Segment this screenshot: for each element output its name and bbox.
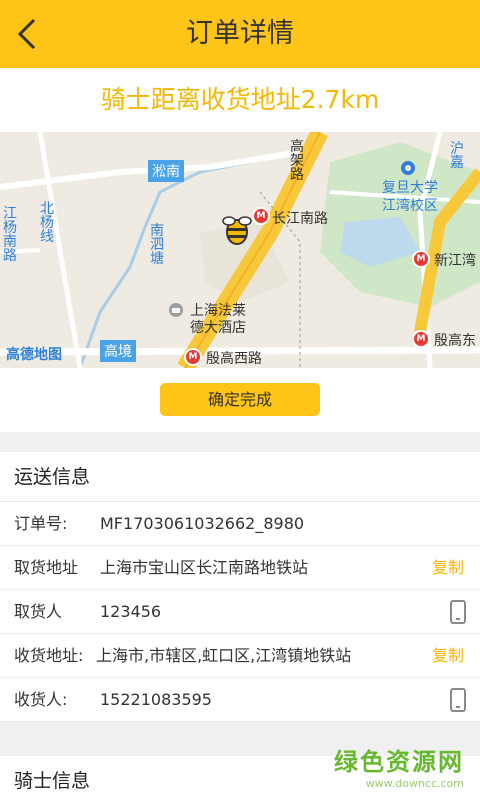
map-label-nansi: 南泗塘 — [150, 223, 164, 267]
phone-icon[interactable] — [450, 688, 466, 712]
confirm-area: 确定完成 — [0, 368, 480, 432]
map-logo: 高德地图 — [6, 347, 62, 363]
receive-address-label: 收货地址: — [14, 646, 84, 665]
watermark-main: 绿色资源网 — [334, 748, 464, 776]
map-label-fudan-2: 江湾校区 — [382, 198, 438, 214]
copy-pickup-address-button[interactable]: 复制 — [432, 546, 464, 590]
map-label-songnan: 淞南 — [148, 160, 184, 182]
top-app-bar: 订单详情 — [0, 0, 480, 68]
pickup-address-label: 取货地址 — [14, 558, 79, 577]
page-title: 订单详情 — [186, 18, 294, 49]
map-label-jiangyang: 江杨南路 — [3, 206, 17, 264]
watermark: 绿色资源网 www.downcc.com — [334, 742, 464, 790]
receiver-row: 收货人: 15221083595 — [0, 678, 480, 722]
map-label-gaojing: 高境 — [100, 340, 136, 362]
pickup-address-row: 取货地址 上海市宝山区长江南路地铁站 复制 — [0, 546, 480, 590]
receiver-label: 收货人: — [14, 690, 68, 709]
metro-station-icon — [412, 330, 430, 348]
metro-station-icon — [184, 348, 202, 366]
receive-address-value: 上海市,市辖区,虹口区,江湾镇地铁站 — [96, 646, 352, 665]
rider-bee-icon — [222, 216, 252, 245]
pickup-person-value: 123456 — [100, 602, 162, 621]
rider-distance-text: 骑士距离收货地址2.7km — [0, 68, 480, 132]
pickup-address-value: 上海市宝山区长江南路地铁站 — [100, 558, 309, 577]
map-label-yingaoxi: 殷高西路 — [206, 351, 262, 367]
map-label-hujia: 沪嘉 — [450, 141, 464, 171]
pickup-person-row: 取货人 123456 — [0, 590, 480, 634]
receive-address-row: 收货地址: 上海市,市辖区,虹口区,江湾镇地铁站 复制 — [0, 634, 480, 678]
copy-receive-address-button[interactable]: 复制 — [432, 634, 464, 678]
receiver-value: 15221083595 — [100, 690, 212, 709]
map-view[interactable]: 淞南 长江南路 复旦大学 江湾校区 江杨南路 北杨线 南泗塘 上海法莱 德大酒店… — [0, 132, 480, 368]
metro-station-icon — [252, 207, 270, 225]
map-label-yingaodong: 殷高东 — [434, 333, 476, 349]
map-label-fudan-1: 复旦大学 — [382, 180, 438, 196]
hotel-icon — [169, 303, 183, 317]
delivery-info-title: 运送信息 — [0, 452, 480, 502]
pickup-person-label: 取货人 — [14, 602, 63, 621]
map-label-ring: 高架路 — [290, 139, 304, 183]
school-icon — [401, 161, 415, 175]
map-label-beiyang: 北杨线 — [40, 201, 54, 245]
delivery-info-section: 运送信息 订单号: MF1703061032662_8980 取货地址 上海市宝… — [0, 452, 480, 722]
map-label-xinjiang: 新江湾 — [434, 253, 476, 269]
order-number-value: MF1703061032662_8980 — [100, 514, 305, 533]
order-number-row: 订单号: MF1703061032662_8980 — [0, 502, 480, 546]
map-label-changjiang: 长江南路 — [272, 211, 328, 227]
phone-icon[interactable] — [450, 600, 466, 624]
map-label-hotel-2: 德大酒店 — [190, 320, 246, 336]
metro-station-icon — [412, 250, 430, 268]
watermark-sub: www.downcc.com — [365, 777, 464, 790]
confirm-complete-button[interactable]: 确定完成 — [160, 383, 320, 416]
order-number-label: 订单号: — [14, 514, 68, 533]
